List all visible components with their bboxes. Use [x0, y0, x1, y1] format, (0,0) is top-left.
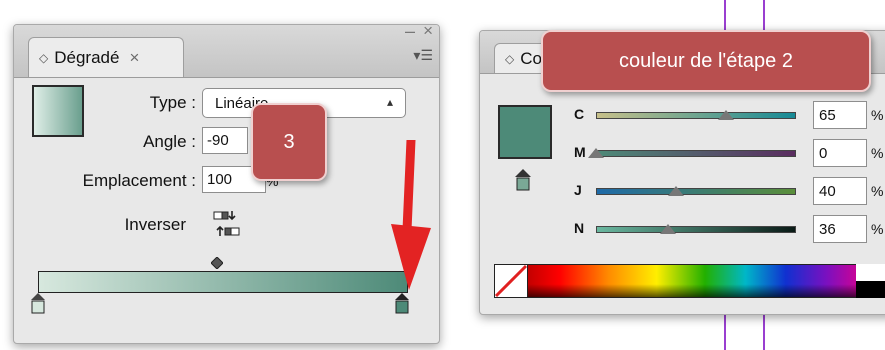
angle-value: -90 [207, 132, 229, 149]
slider-row-n: N 36% [480, 215, 885, 245]
slider-label: J [574, 182, 582, 198]
location-value: 100 [207, 171, 233, 188]
percent-unit: % [871, 183, 884, 199]
red-arrow-icon [387, 135, 435, 300]
tab-gradient-label: Dégradé [54, 47, 120, 67]
gradient-ramp[interactable] [38, 271, 408, 293]
slider-thumb[interactable] [588, 148, 604, 158]
slider-label: N [574, 220, 585, 236]
collapse-icon[interactable]: ◇ [39, 51, 48, 65]
slider-track[interactable] [596, 188, 796, 195]
slider-thumb[interactable] [718, 110, 734, 120]
panel-menu-icon[interactable]: ▾☰ [413, 47, 433, 64]
slider-value: 0 [819, 144, 828, 162]
step-callout: 3 [251, 103, 327, 181]
gradient-panel: ◇ Dégradé × – × ▾☰ Type : Linéaire ▴ Ang… [13, 21, 440, 344]
slider-track[interactable] [596, 226, 796, 233]
tab-gradient[interactable]: ◇ Dégradé × [28, 37, 184, 77]
gradient-preview-swatch[interactable] [32, 85, 84, 137]
slider-value-input[interactable]: 40 [813, 177, 867, 205]
slider-value-input[interactable]: 0 [813, 139, 867, 167]
gradient-stop-start[interactable] [31, 293, 45, 315]
slider-value-input[interactable]: 36 [813, 215, 867, 243]
slider-thumb[interactable] [668, 186, 684, 196]
close-icon[interactable]: × [129, 48, 139, 68]
minimize-icon[interactable]: – [405, 21, 415, 42]
none-swatch-icon[interactable] [494, 264, 528, 298]
midpoint-diamond-icon[interactable] [210, 256, 224, 270]
slider-value-input[interactable]: 65 [813, 101, 867, 129]
collapse-icon[interactable]: ◇ [505, 52, 514, 66]
percent-unit: % [871, 221, 884, 237]
angle-label: Angle : [143, 132, 196, 151]
angle-input[interactable]: -90 [202, 127, 248, 154]
slider-row-c: C 65% [480, 101, 885, 131]
slider-track[interactable] [596, 150, 796, 157]
slider-label: M [574, 144, 586, 160]
tab-color-label: Co [520, 48, 542, 68]
gradient-panel-tabbar: ◇ Dégradé × – × ▾☰ [14, 21, 439, 78]
reverse-icon[interactable] [211, 209, 241, 239]
percent-unit: % [871, 107, 884, 123]
location-label: Emplacement : [82, 171, 196, 190]
select-arrows-icon: ▴ [386, 95, 393, 109]
percent-unit: % [871, 145, 884, 161]
black-white-swatch[interactable] [856, 264, 885, 298]
slider-value: 65 [819, 106, 836, 124]
slider-row-m: M 0% [480, 139, 885, 169]
slider-track[interactable] [596, 112, 796, 119]
slider-thumb[interactable] [660, 224, 676, 234]
color-spectrum[interactable] [494, 264, 885, 298]
slider-row-j: J 40% [480, 177, 885, 207]
slider-label: C [574, 106, 585, 122]
slider-value: 36 [819, 220, 836, 238]
color-step-callout: couleur de l'étape 2 [541, 30, 871, 92]
reverse-label: Inverser [124, 215, 186, 234]
slider-value: 40 [819, 182, 836, 200]
window-close-icon[interactable]: × [423, 21, 433, 41]
type-label: Type : [149, 93, 196, 112]
